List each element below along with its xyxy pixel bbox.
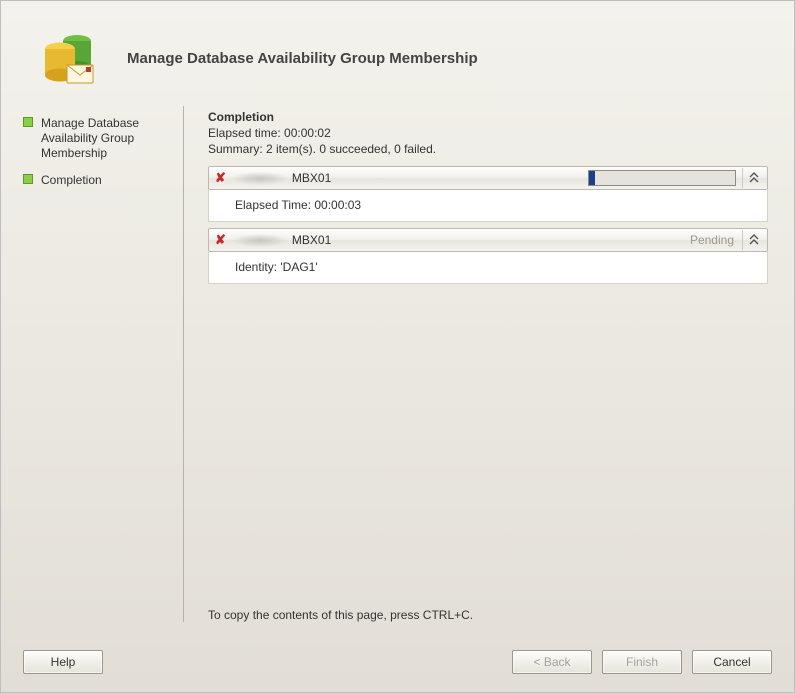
- step-manage-membership: Manage Database Availability Group Membe…: [23, 114, 183, 171]
- error-x-icon: ✘: [215, 232, 226, 248]
- finish-button: Finish: [602, 650, 682, 674]
- elapsed-time-label: Elapsed time: 00:00:02: [208, 126, 768, 140]
- double-chevron-up-icon: [749, 234, 759, 246]
- item-name: MBX01: [292, 233, 331, 247]
- vertical-divider: [183, 106, 184, 622]
- collapse-toggle[interactable]: [742, 168, 765, 188]
- progress-bar: [588, 170, 736, 186]
- main-panel: Completion Elapsed time: 00:00:02 Summar…: [190, 106, 772, 622]
- result-list: ✘ MBX01 Elapsed Time: 00:00:03 ✘: [208, 166, 768, 284]
- error-x-icon: ✘: [215, 170, 226, 186]
- result-item-header[interactable]: ✘ MBX01: [208, 166, 768, 190]
- content: Manage Database Availability Group Membe…: [23, 106, 772, 622]
- item-name: MBX01: [292, 171, 331, 185]
- step-marker-icon: [23, 117, 33, 127]
- redacted-hostname: [232, 234, 288, 247]
- step-label: Completion: [41, 173, 102, 187]
- step-label: Manage Database Availability Group Membe…: [41, 116, 139, 160]
- summary-label: Summary: 2 item(s). 0 succeeded, 0 faile…: [208, 142, 768, 156]
- copy-hint: To copy the contents of this page, press…: [208, 608, 473, 622]
- header: Manage Database Availability Group Membe…: [1, 1, 794, 105]
- footer: Help < Back Finish Cancel: [23, 650, 772, 674]
- wizard-window: { "header": {"title": "Manage Database A…: [0, 0, 795, 693]
- wizard-title: Manage Database Availability Group Membe…: [127, 50, 478, 67]
- result-item-header[interactable]: ✘ MBX01 Pending: [208, 228, 768, 252]
- collapse-toggle[interactable]: [742, 230, 765, 250]
- section-heading: Completion: [208, 110, 768, 124]
- redacted-hostname: [232, 172, 288, 185]
- double-chevron-up-icon: [749, 172, 759, 184]
- cancel-button[interactable]: Cancel: [692, 650, 772, 674]
- wizard-steps: Manage Database Availability Group Membe…: [23, 106, 183, 622]
- help-button[interactable]: Help: [23, 650, 103, 674]
- result-item-detail: Identity: 'DAG1': [208, 252, 768, 284]
- step-marker-icon: [23, 174, 33, 184]
- result-item-detail: Elapsed Time: 00:00:03: [208, 190, 768, 222]
- back-button: < Back: [512, 650, 592, 674]
- step-completion: Completion: [23, 171, 183, 198]
- item-status: Pending: [690, 233, 734, 247]
- wizard-logo-icon: [37, 27, 99, 89]
